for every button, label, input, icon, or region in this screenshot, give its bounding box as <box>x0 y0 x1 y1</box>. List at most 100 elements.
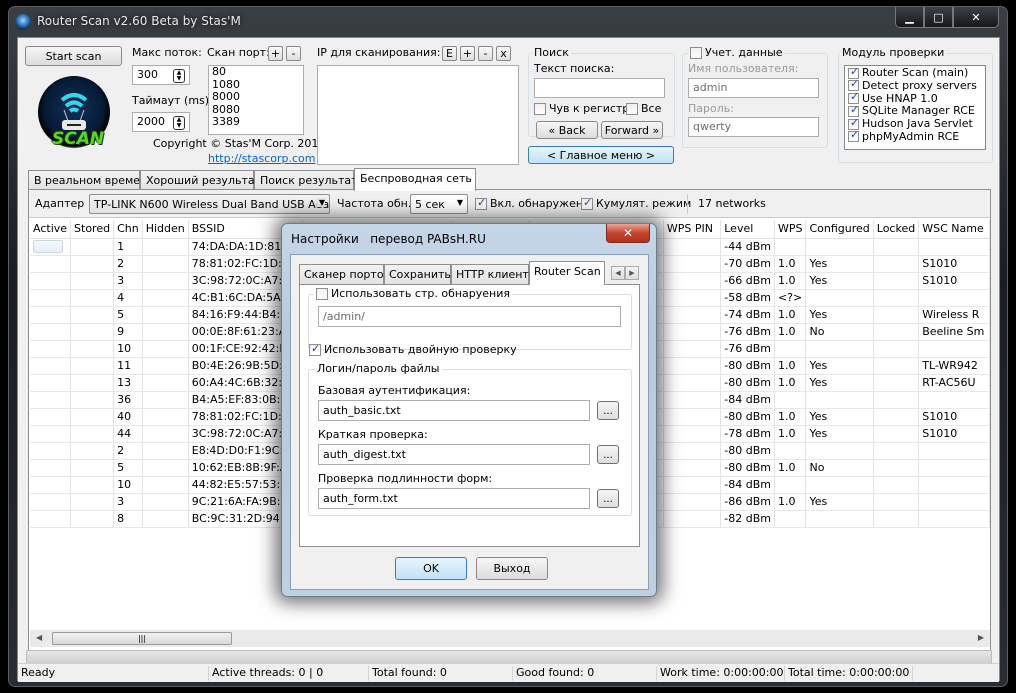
cumulative-mode-box[interactable] <box>581 196 593 210</box>
search-all-label: Все <box>641 102 662 115</box>
table-cell: S1010 <box>918 425 990 443</box>
module-checkbox[interactable] <box>848 129 859 143</box>
case-sensitive-checkbox[interactable]: Чув к регистр <box>534 102 629 115</box>
column-header[interactable]: Hidden <box>142 220 189 239</box>
timeout-input[interactable]: 2000 ▲ ▼ <box>132 112 190 132</box>
ip-edit-button[interactable]: E <box>442 46 457 61</box>
tab-3[interactable]: Беспроводная сеть <box>354 168 476 191</box>
enable-detection-label: Вкл. обнаружен. <box>490 197 587 210</box>
column-header[interactable]: Level <box>720 220 775 239</box>
timeout-spinner[interactable]: ▲ ▼ <box>173 116 185 130</box>
search-all-box[interactable] <box>626 102 638 115</box>
minimize-button[interactable]: ▁ <box>895 7 924 28</box>
main-menu-button[interactable]: < Главное меню > <box>528 146 674 164</box>
ports-list[interactable]: 80 1080 8000 8080 3389 <box>208 65 304 135</box>
refresh-value: 5 сек <box>415 198 445 211</box>
table-cell <box>774 340 807 358</box>
dialog-tab-0[interactable]: Сканер портов <box>299 264 390 284</box>
column-header[interactable]: Locked <box>873 220 920 239</box>
scrollbar-thumb[interactable]: ||| <box>52 632 232 645</box>
table-cell: -58 dBm <box>720 289 775 307</box>
form-auth-input[interactable]: auth_form.txt <box>318 488 590 509</box>
module-item[interactable]: phpMyAdmin RCE <box>848 129 982 144</box>
tab-scroll-left-icon[interactable]: ◀ <box>611 266 625 280</box>
basic-auth-input[interactable]: auth_basic.txt <box>318 400 590 421</box>
scroll-right-icon[interactable]: ▶ <box>978 633 984 642</box>
table-cell <box>70 289 115 307</box>
enable-detection-checkbox[interactable]: Вкл. обнаружен. <box>475 196 587 210</box>
start-scan-button[interactable]: Start scan <box>25 46 122 66</box>
use-detect-page-checkbox[interactable]: Использовать стр. обнаруения <box>314 287 512 300</box>
port-item[interactable]: 8000 <box>212 90 300 104</box>
ip-ranges-textarea[interactable] <box>317 65 519 165</box>
max-threads-input[interactable]: 300 ▲ ▼ <box>132 65 190 85</box>
table-cell <box>918 340 990 358</box>
horizontal-scrollbar[interactable]: ◀ ||| ▶ <box>30 630 990 647</box>
cumulative-mode-checkbox[interactable]: Кумулят. режим <box>581 196 691 210</box>
table-cell: 1.0 <box>774 425 807 443</box>
table-cell <box>873 493 920 511</box>
port-item[interactable]: 80 <box>212 66 300 79</box>
digest-input[interactable]: auth_digest.txt <box>318 444 590 465</box>
forward-button[interactable]: Forward » <box>601 121 663 139</box>
tab-scroll-right-icon[interactable]: ▶ <box>625 266 639 280</box>
table-cell <box>918 476 990 494</box>
username-input[interactable]: admin <box>688 78 819 98</box>
adapter-select[interactable]: TP-LINK N600 Wireless Dual Band USB Adap… <box>89 194 330 214</box>
digest-browse-button[interactable]: ... <box>597 445 619 464</box>
credentials-box[interactable] <box>690 46 702 59</box>
add-port-button[interactable]: + <box>268 46 283 61</box>
table-cell: 1.0 <box>774 272 807 290</box>
column-header[interactable]: Active <box>30 220 72 239</box>
use-double-check-box[interactable] <box>309 342 321 356</box>
table-cell: S1010 <box>918 272 990 290</box>
app-icon <box>15 14 31 30</box>
remove-port-button[interactable]: - <box>286 46 301 61</box>
column-header[interactable]: WPS <box>774 220 807 239</box>
table-cell <box>70 306 115 324</box>
basic-auth-browse-button[interactable]: ... <box>597 401 619 420</box>
max-threads-spinner[interactable]: ▲ ▼ <box>173 69 185 83</box>
exit-button[interactable]: Выход <box>476 557 548 580</box>
refresh-select[interactable]: 5 сек ▼ <box>410 194 468 214</box>
column-header[interactable]: Chn <box>113 220 143 239</box>
title-bar: Router Scan v2.60 Beta by Stas'M ▁ □ ✕ <box>9 7 1007 37</box>
back-button[interactable]: « Back <box>536 121 598 139</box>
form-auth-browse-button[interactable]: ... <box>597 489 619 508</box>
dialog-tab-2[interactable]: HTTP клиент <box>451 264 529 284</box>
tab-2[interactable]: Поиск результата <box>254 170 364 190</box>
ok-button[interactable]: OK <box>395 557 467 580</box>
ip-add-button[interactable]: + <box>460 46 475 61</box>
case-sensitive-box[interactable] <box>534 102 546 115</box>
table-cell: 1.0 <box>774 323 807 341</box>
column-header[interactable]: WSC Name <box>918 220 990 239</box>
password-input[interactable]: qwerty <box>688 117 819 137</box>
use-detect-page-box[interactable] <box>316 287 328 300</box>
scroll-left-icon[interactable]: ◀ <box>36 633 42 642</box>
table-cell: 9 <box>113 323 143 341</box>
credentials-checkbox[interactable]: Учет. данные <box>688 46 785 59</box>
column-header[interactable]: Stored <box>70 220 115 239</box>
use-double-check-checkbox[interactable]: Использовать двойную проверку <box>309 342 517 356</box>
search-text-input[interactable] <box>534 78 665 98</box>
maximize-button[interactable]: □ <box>924 7 953 28</box>
ip-remove-button[interactable]: - <box>478 46 493 61</box>
password-label: Пароль: <box>688 102 734 115</box>
table-cell <box>70 442 115 460</box>
website-link[interactable]: http://stascorp.com <box>208 152 316 165</box>
search-all-checkbox[interactable]: Все <box>626 102 666 115</box>
table-cell: -80 dBm <box>720 459 775 477</box>
close-button[interactable]: ✕ <box>953 7 999 28</box>
chevron-down-icon: ▼ <box>456 198 463 207</box>
tab-1[interactable]: Хороший результат <box>140 170 261 190</box>
ip-clear-button[interactable]: x <box>496 46 511 61</box>
column-header[interactable]: Configured <box>805 220 874 239</box>
tab-0[interactable]: В реальном времени <box>28 170 154 190</box>
dialog-tab-1[interactable]: Сохранить <box>384 264 451 284</box>
enable-detection-box[interactable] <box>475 196 487 210</box>
detect-page-input[interactable]: /admin/ <box>318 306 621 327</box>
port-item[interactable]: 3389 <box>212 115 300 129</box>
dialog-tab-3[interactable]: Router Scan <box>529 261 605 285</box>
column-header[interactable]: WPS PIN <box>663 220 722 239</box>
dialog-close-button[interactable]: ✕ <box>606 224 650 243</box>
